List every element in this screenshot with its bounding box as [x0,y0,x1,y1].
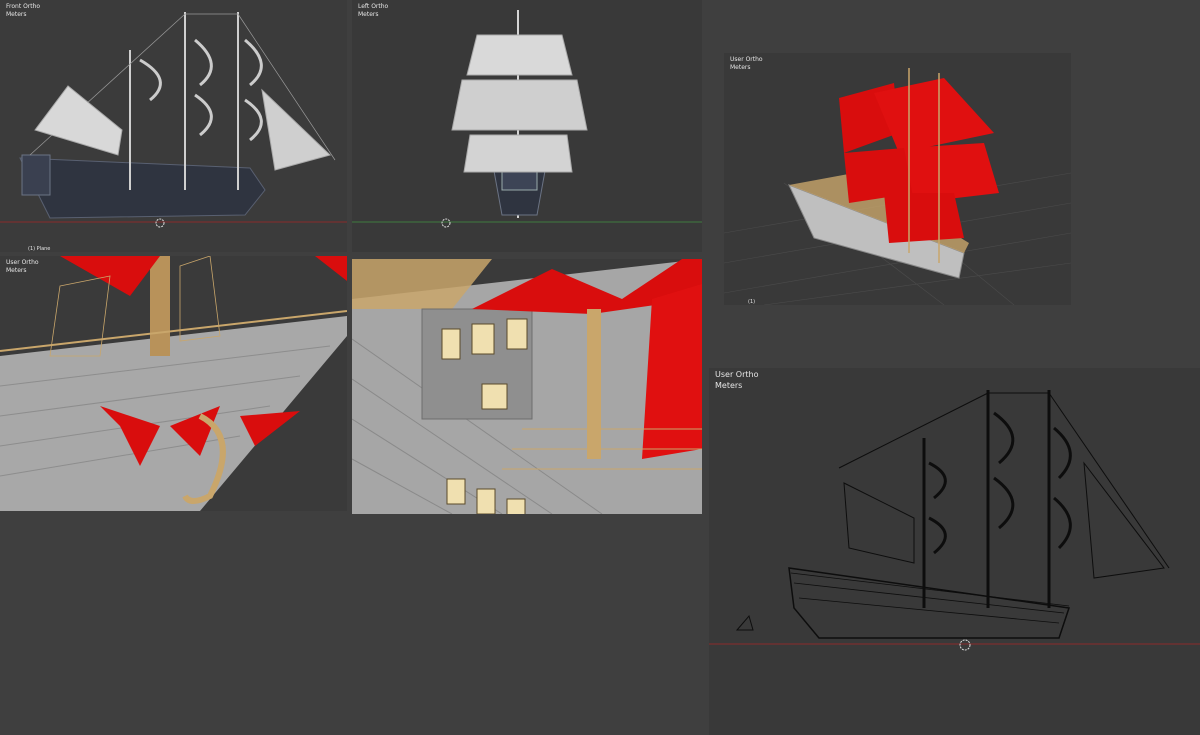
viewport-closeup-bow[interactable]: User Ortho Meters [0,256,347,511]
ship-render-colored [724,68,1071,305]
object-label: (1) Plane [28,246,51,252]
viewport-user-ortho-render[interactable]: User Ortho Meters (1) [724,53,1071,305]
viewport-left-ortho[interactable]: Left Ortho Meters [352,0,702,252]
ship-render-left [352,10,702,228]
ship-wireframe [709,390,1200,651]
viewport-front-ortho[interactable]: Front Ortho Meters (1) Plane [0,0,347,252]
viewport-user-ortho-wire[interactable]: User Ortho Meters [709,368,1200,735]
viewport-closeup-stern[interactable] [352,259,702,514]
ship-render-front [0,12,347,228]
stern-render [352,259,702,514]
object-label: (1) [748,299,756,305]
bow-render [0,256,347,511]
